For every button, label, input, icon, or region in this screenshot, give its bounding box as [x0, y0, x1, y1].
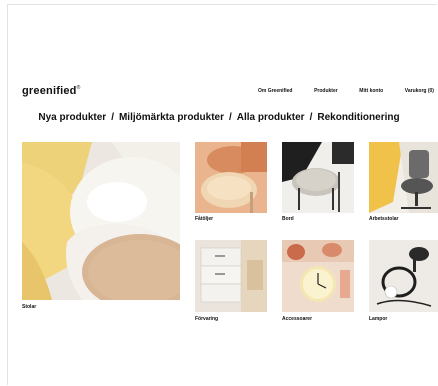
category-tile-accessories[interactable]: Accessoarer — [282, 240, 354, 324]
accessories-label: Accessoarer — [282, 316, 313, 322]
category-all-products[interactable]: Alla produkter — [237, 112, 305, 123]
lamps-label: Lampor — [369, 316, 388, 322]
category-separator: / — [309, 112, 313, 123]
nav-cart[interactable]: Varukorg (0) — [405, 88, 434, 94]
category-new-products[interactable]: Nya produkter — [38, 112, 106, 123]
office-chairs-image — [369, 142, 438, 213]
nav-products[interactable]: Produkter — [314, 88, 338, 94]
category-nav: Nya produkter / Miljömärkta produkter / Alla… — [0, 112, 438, 123]
chairs-image — [22, 142, 180, 300]
category-eco-labeled[interactable]: Miljömärkta produkter — [119, 112, 224, 123]
category-separator: / — [111, 112, 114, 123]
nav-my-account[interactable]: Mitt konto — [359, 88, 383, 94]
category-separator: / — [229, 112, 232, 123]
category-tile-lamps[interactable]: Lampor — [369, 240, 438, 324]
accessories-image — [282, 240, 354, 312]
category-tile-tables[interactable]: Bord — [282, 142, 354, 224]
armchairs-image — [195, 142, 267, 213]
logo[interactable]: greenified® — [22, 85, 80, 97]
category-tile-storage[interactable]: Förvaring — [195, 240, 267, 324]
category-tile-armchairs[interactable]: Fåtöljer — [195, 142, 267, 224]
category-tile-office-chairs[interactable]: Arbetsstolar — [369, 142, 438, 224]
storage-image — [195, 240, 267, 312]
tables-label: Bord — [282, 216, 294, 222]
top-nav: Om Greenified Produkter Mitt konto Varuk… — [258, 88, 434, 94]
storage-label: Förvaring — [195, 316, 219, 322]
lamps-image — [369, 240, 438, 312]
nav-about[interactable]: Om Greenified — [258, 88, 292, 94]
category-tile-chairs[interactable]: Stolar — [22, 142, 180, 312]
category-reconditioning[interactable]: Rekonditionering — [317, 112, 399, 123]
office-chairs-label: Arbetsstolar — [369, 216, 399, 222]
armchairs-label: Fåtöljer — [195, 216, 214, 222]
chairs-label: Stolar — [22, 304, 37, 310]
logo-text: greenified — [22, 85, 77, 97]
trademark-mark: ® — [76, 85, 81, 91]
tables-image — [282, 142, 354, 213]
